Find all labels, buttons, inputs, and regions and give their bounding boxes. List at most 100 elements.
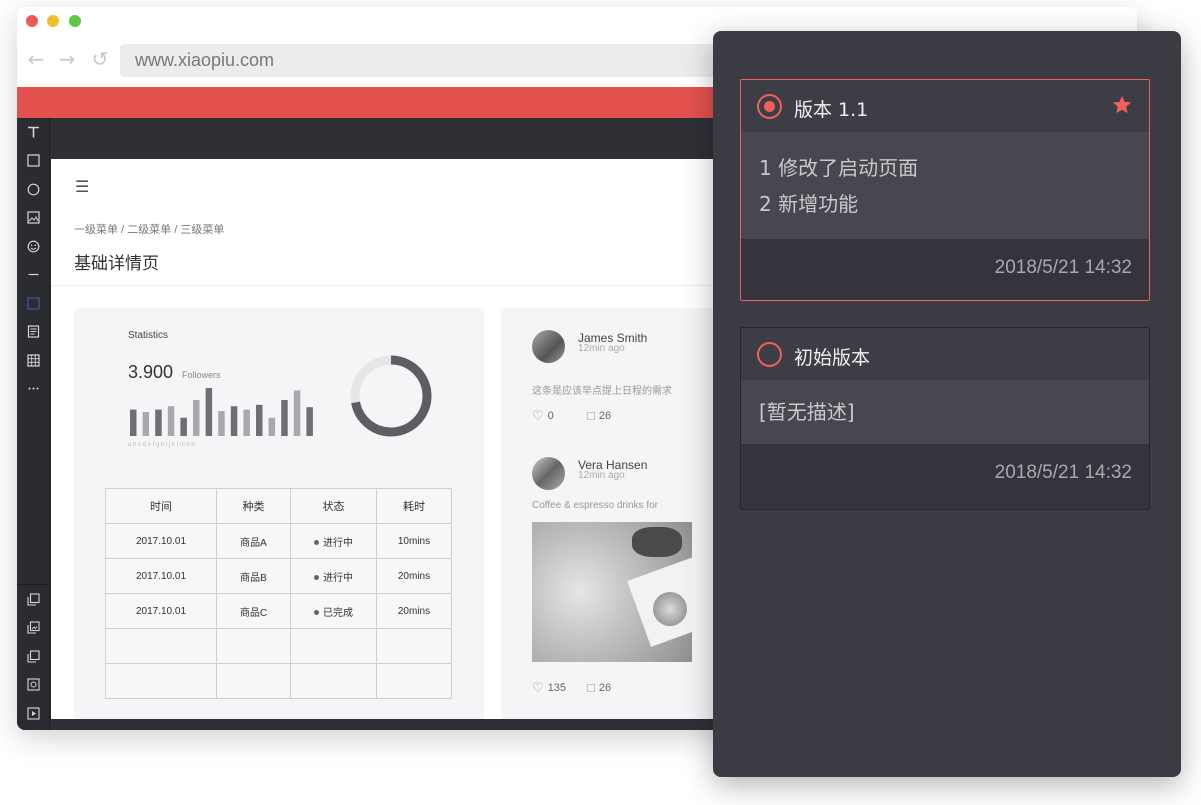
table-cell: 进行中 xyxy=(290,558,377,594)
feed-text: 这条是应该早点提上日程的需求 xyxy=(532,386,672,397)
bar-axis-labels: a b c d e f g h i j k l m n o xyxy=(128,442,195,448)
design-page[interactable]: ☰ 一级菜单 / 二级菜单 / 三级菜单 基础详情页 Statistics 3.… xyxy=(51,159,751,719)
like-button[interactable]: ♡ 135 xyxy=(532,680,566,696)
table-cell: 2017.10.01 xyxy=(105,523,217,559)
avatar[interactable] xyxy=(532,330,565,363)
bar xyxy=(293,390,301,436)
heart-icon: ♡ xyxy=(532,680,544,695)
forward-arrow-icon[interactable]: → xyxy=(55,47,79,71)
rectangle-icon[interactable] xyxy=(25,152,42,169)
menu-list-icon[interactable]: ☰ xyxy=(75,177,89,196)
screenshot-icon[interactable] xyxy=(25,676,42,693)
duplicate-icon[interactable] xyxy=(25,648,42,665)
table-header-cell: 时间 xyxy=(105,488,217,524)
bar xyxy=(193,400,200,436)
table-cell: 2017.10.01 xyxy=(105,558,217,594)
bar xyxy=(142,412,150,436)
table-cell xyxy=(376,628,452,664)
table-cell: 20mins xyxy=(376,593,452,629)
data-table: 时间 种类 状态 耗时 2017.10.01 商品A 进行中 10mins 20… xyxy=(105,488,452,699)
feed-text: Coffee & espresso drinks for xyxy=(532,500,658,511)
stats-subtitle: Followers xyxy=(182,370,221,380)
bar xyxy=(218,411,225,436)
status-text: 已完成 xyxy=(323,607,353,619)
table-cell: 进行中 xyxy=(290,523,377,559)
version-card[interactable]: 版本 1.1 1 修改了启动页面 2 新增功能 2018/5/21 14:32 xyxy=(740,79,1150,301)
image-icon[interactable] xyxy=(25,209,42,226)
photo-shape xyxy=(632,527,682,557)
bar xyxy=(256,404,263,436)
version-date: 2018/5/21 14:32 xyxy=(994,257,1132,278)
version-desc-line: 1 修改了启动页面 xyxy=(759,156,919,180)
version-title: 版本 1.1 xyxy=(794,99,869,121)
table-cell: 已完成 xyxy=(290,593,377,629)
comment-button[interactable]: □ 26 xyxy=(587,680,611,695)
version-radio[interactable] xyxy=(757,342,782,367)
table-cell xyxy=(105,663,217,699)
heart-icon: ♡ xyxy=(532,408,544,423)
address-bar[interactable]: www.xiaopiu.com xyxy=(120,44,740,77)
version-desc-line: [暂无描述] xyxy=(759,400,855,424)
version-card-header: 初始版本 xyxy=(741,328,1149,380)
line-icon[interactable] xyxy=(25,266,42,283)
feed-photo[interactable] xyxy=(532,522,692,662)
version-radio[interactable] xyxy=(757,94,782,119)
photo-shape xyxy=(653,592,687,626)
frame-icon[interactable] xyxy=(25,295,42,312)
bar xyxy=(268,417,276,436)
star-icon[interactable] xyxy=(1111,94,1133,116)
more-icon[interactable] xyxy=(25,380,42,397)
maximize-window-button[interactable] xyxy=(69,15,81,27)
table-cell: 商品A xyxy=(216,523,291,559)
bar xyxy=(281,400,288,436)
like-count: 0 xyxy=(547,410,554,422)
version-desc-line: 2 新增功能 xyxy=(759,192,859,216)
stats-number: 3.900 xyxy=(128,362,174,382)
stats-label: Statistics xyxy=(128,330,169,341)
bar xyxy=(180,417,187,436)
header-divider xyxy=(51,285,751,286)
table-cell xyxy=(290,663,377,699)
minimize-window-button[interactable] xyxy=(47,15,59,27)
tool-divider xyxy=(17,584,50,585)
feed-time: 12min ago xyxy=(578,343,625,354)
comment-button[interactable]: □ 26 xyxy=(587,408,611,423)
table-cell xyxy=(376,663,452,699)
table-header-cell: 种类 xyxy=(216,488,291,524)
table-header-row: 时间 种类 状态 耗时 xyxy=(105,488,452,524)
table-cell xyxy=(105,628,217,664)
version-description: 1 修改了启动页面 2 新增功能 xyxy=(741,132,1149,239)
table-cell xyxy=(216,628,291,664)
emoji-icon[interactable] xyxy=(25,238,42,255)
document-icon[interactable] xyxy=(25,323,42,340)
feed-time: 12min ago xyxy=(578,470,625,481)
table-cell: 商品B xyxy=(216,558,291,594)
avatar[interactable] xyxy=(532,457,565,490)
tool-sidebar xyxy=(17,118,50,730)
like-count: 135 xyxy=(547,682,567,694)
page-title: 基础详情页 xyxy=(74,254,159,273)
bar xyxy=(167,406,175,436)
like-button[interactable]: ♡ 0 xyxy=(532,408,554,424)
copy-icon[interactable] xyxy=(25,591,42,608)
comment-icon: □ xyxy=(587,408,595,423)
comment-count: 26 xyxy=(598,681,612,694)
reload-icon[interactable]: ↺ xyxy=(88,47,112,71)
table-row: 2017.10.01 商品A 进行中 10mins xyxy=(105,523,452,559)
version-card[interactable]: 初始版本 [暂无描述] 2018/5/21 14:32 xyxy=(740,327,1150,510)
back-arrow-icon[interactable]: ← xyxy=(24,47,48,71)
table-row: 2017.10.01 商品B 进行中 20mins xyxy=(105,558,452,594)
radio-selected-dot xyxy=(764,101,775,112)
table-row xyxy=(105,628,452,664)
version-card-header: 版本 1.1 xyxy=(741,80,1149,132)
table-row: 2017.10.01 商品C 已完成 20mins xyxy=(105,593,452,629)
table-cell: 商品C xyxy=(216,593,291,629)
gallery-icon[interactable] xyxy=(25,619,42,636)
status-dot-icon xyxy=(314,610,319,616)
status-text: 进行中 xyxy=(323,537,353,549)
close-window-button[interactable] xyxy=(26,15,38,27)
circle-icon[interactable] xyxy=(25,181,42,198)
table-icon[interactable] xyxy=(25,352,42,369)
text-icon[interactable] xyxy=(25,124,42,141)
play-icon[interactable] xyxy=(25,705,42,722)
